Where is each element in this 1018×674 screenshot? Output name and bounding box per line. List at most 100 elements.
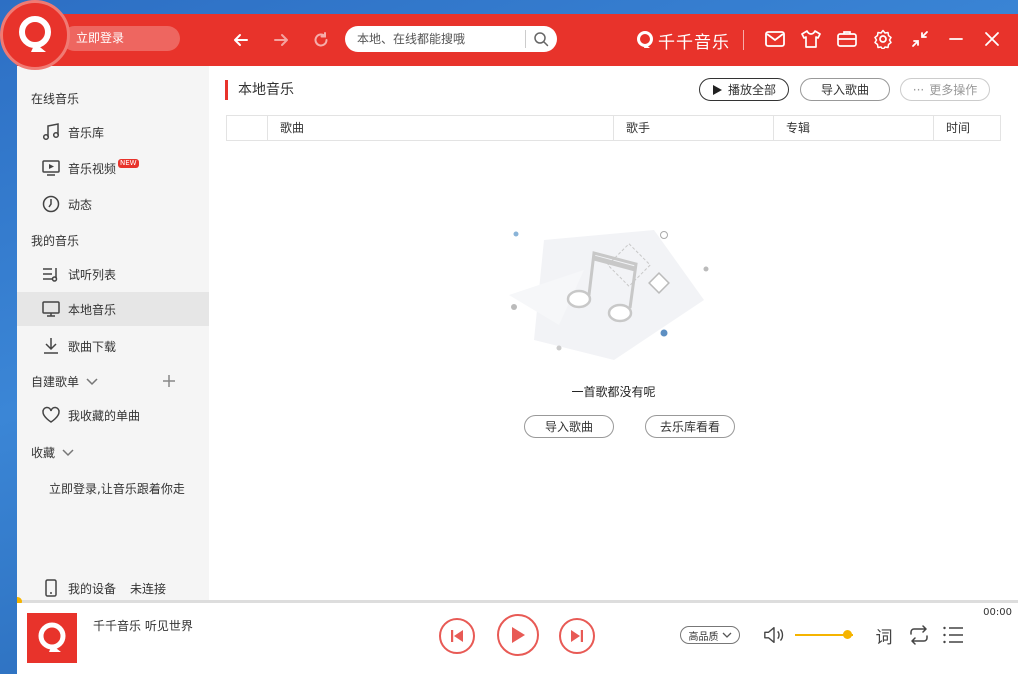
empty-music-illustration (509, 230, 709, 360)
compress-icon (912, 31, 928, 47)
lyrics-button[interactable]: 词 (873, 624, 895, 648)
volume-icon (764, 626, 784, 644)
download-icon (41, 336, 61, 356)
sidebar-item-label: 本地音乐 (68, 302, 117, 317)
track-title: 千千音乐 听见世界 (93, 619, 193, 633)
sidebar-item-feed[interactable]: 动态 (17, 187, 209, 221)
more-actions-button[interactable]: ··· 更多操作 (900, 78, 990, 101)
brand-name: 千千音乐 (658, 32, 730, 53)
app-window: 立即登录 千千音乐 (17, 14, 1018, 674)
search-button[interactable] (533, 31, 549, 47)
column-checkbox[interactable] (227, 116, 267, 140)
skin-button[interactable] (800, 28, 822, 50)
music-note-icon (41, 122, 61, 142)
main-content: 本地音乐 播放全部 导入歌曲 ··· 更多操作 歌曲 歌手 专辑 时间 一首歌都… (209, 66, 1018, 600)
qianqian-logo-icon (637, 31, 653, 48)
sidebar-item-label: 试听列表 (68, 267, 117, 282)
sidebar: 在线音乐 音乐库 音乐视频 NEW 动态 我的音乐 试听列表 本地音乐 歌曲下载 (17, 66, 209, 600)
sidebar-item-label: 歌曲下载 (68, 339, 117, 354)
minimize-button[interactable] (945, 28, 967, 50)
sidebar-item-trial-list[interactable]: 试听列表 (17, 257, 209, 291)
device-status: 未连接 (130, 581, 167, 596)
section-my-music: 我的音乐 (31, 234, 80, 248)
sidebar-item-label: 我的设备 (68, 581, 117, 596)
playlist-icon (41, 264, 61, 284)
empty-state-text: 一首歌都没有呢 (571, 385, 656, 399)
sidebar-item-downloads[interactable]: 歌曲下载 (17, 329, 209, 363)
custom-playlists-toggle[interactable]: 自建歌单 (31, 373, 99, 390)
search-input[interactable] (357, 30, 522, 48)
sidebar-item-label: 动态 (68, 197, 93, 212)
column-artist[interactable]: 歌手 (613, 116, 773, 140)
play-pause-button[interactable] (497, 614, 539, 656)
refresh-button[interactable] (307, 26, 335, 54)
player-bar: 千千音乐 听见世界 00:00 高品质 词 (17, 603, 1018, 674)
settings-button[interactable] (872, 28, 894, 50)
page-title: 本地音乐 (225, 80, 294, 100)
play-all-button[interactable]: 播放全部 (699, 78, 789, 101)
sidebar-item-video[interactable]: 音乐视频 NEW (17, 151, 209, 185)
play-icon (712, 84, 722, 95)
volume-handle[interactable] (843, 630, 853, 639)
chevron-down-icon (62, 448, 74, 456)
minimize-icon (949, 38, 963, 40)
arrow-right-icon (274, 34, 288, 46)
play-all-label: 播放全部 (727, 83, 776, 97)
close-icon (985, 32, 999, 46)
login-hint-link[interactable]: 立即登录,让音乐跟着你走 (49, 480, 185, 497)
skip-next-icon (571, 630, 583, 642)
browse-library-button[interactable]: 去乐库看看 (645, 415, 735, 438)
brand-divider (743, 30, 744, 50)
more-actions-label: 更多操作 (929, 83, 978, 97)
collection-toggle[interactable]: 收藏 (31, 444, 75, 461)
tshirt-icon (801, 30, 821, 48)
previous-button[interactable] (439, 618, 475, 654)
sidebar-item-device[interactable]: 我的设备 未连接 (17, 576, 209, 600)
sidebar-item-label: 音乐库 (68, 125, 105, 140)
sidebar-item-library[interactable]: 音乐库 (17, 115, 209, 149)
brand-logo: 千千音乐 (635, 27, 730, 53)
mail-icon (765, 31, 785, 47)
track-time: 00:00 (983, 607, 1012, 618)
app-logo[interactable] (0, 0, 70, 70)
volume-button[interactable] (763, 624, 785, 646)
title-bar: 立即登录 千千音乐 (17, 14, 1018, 66)
heart-icon (41, 405, 61, 425)
forward-button[interactable] (267, 26, 295, 54)
import-songs-label: 导入歌曲 (820, 83, 869, 97)
album-cover[interactable] (27, 613, 77, 663)
empty-import-label: 导入歌曲 (544, 420, 593, 434)
sidebar-item-favorites[interactable]: 我收藏的单曲 (17, 398, 209, 432)
playlist-button[interactable] (942, 624, 964, 646)
close-button[interactable] (981, 28, 1003, 50)
arrow-left-icon (234, 34, 248, 46)
add-playlist-button[interactable] (161, 373, 177, 389)
lyrics-label: 词 (875, 627, 893, 648)
ellipsis-icon: ··· (912, 82, 925, 97)
song-table-header: 歌曲 歌手 专辑 时间 (226, 115, 1001, 141)
column-album[interactable]: 专辑 (773, 116, 933, 140)
chevron-down-icon (722, 632, 731, 638)
repeat-mode-button[interactable] (908, 624, 930, 646)
sidebar-item-label: 音乐视频 (68, 161, 117, 176)
plus-icon (163, 375, 175, 387)
back-button[interactable] (227, 26, 255, 54)
sidebar-item-local-music[interactable]: 本地音乐 (17, 292, 209, 326)
toolbox-button[interactable] (836, 28, 858, 50)
login-button[interactable]: 立即登录 (62, 26, 180, 51)
column-time[interactable]: 时间 (933, 116, 1000, 140)
briefcase-icon (837, 31, 857, 47)
empty-import-button[interactable]: 导入歌曲 (524, 415, 614, 438)
quality-selector[interactable]: 高品质 (680, 626, 740, 644)
new-badge: NEW (118, 158, 139, 168)
column-song[interactable]: 歌曲 (267, 116, 613, 140)
skip-previous-icon (451, 630, 463, 642)
mini-mode-button[interactable] (909, 28, 931, 50)
next-button[interactable] (559, 618, 595, 654)
import-songs-button[interactable]: 导入歌曲 (800, 78, 890, 101)
mail-button[interactable] (764, 28, 786, 50)
gear-icon (874, 29, 892, 49)
sidebar-item-label: 我收藏的单曲 (68, 408, 141, 423)
list-icon (943, 626, 963, 644)
repeat-icon (910, 625, 928, 645)
